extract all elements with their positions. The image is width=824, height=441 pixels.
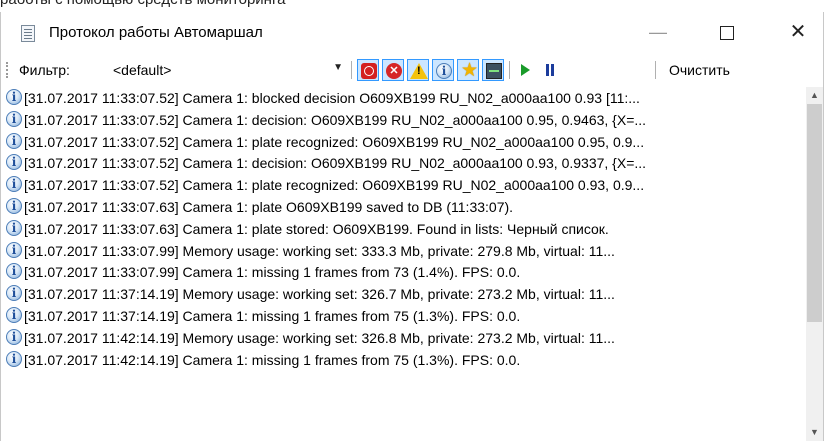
minimize-button[interactable]: — [635, 12, 681, 54]
vertical-scrollbar[interactable]: ▲ ▼ [806, 87, 823, 441]
toolbar-separator [655, 61, 656, 79]
toolbar-separator [351, 61, 352, 79]
maximize-icon [720, 26, 734, 40]
log-entry-text: [31.07.2017 11:33:07.63] Camera 1: plate… [24, 199, 514, 215]
log-entry-text: [31.07.2017 11:33:07.52] Camera 1: decis… [24, 155, 647, 172]
log-entry[interactable]: i [31.07.2017 11:33:07.99] Camera 1: miss… [3, 261, 803, 283]
star-icon: ★ [461, 60, 479, 81]
scroll-thumb[interactable] [807, 104, 822, 322]
log-entry[interactable]: i [31.07.2017 11:33:07.52] Camera 1: plat… [3, 131, 803, 153]
log-entry-text: [31.07.2017 11:42:14.19] Camera 1: missi… [24, 351, 521, 368]
log-entry[interactable]: i [31.07.2017 11:33:07.52] Camera 1: deci… [3, 152, 803, 174]
log-entry-text: [31.07.2017 11:33:07.99] Memory usage: w… [24, 242, 615, 259]
log-entry-text: [31.07.2017 11:37:14.19] Memory usage: w… [24, 286, 615, 303]
log-entry-text: [31.07.2017 11:33:07.52] Camera 1: plate… [24, 133, 645, 150]
monitor-icon [486, 63, 502, 79]
pause-icon [545, 64, 555, 76]
warning-filter-button[interactable] [407, 59, 429, 81]
toolbar-separator [509, 61, 510, 79]
info-icon: i [6, 263, 22, 280]
log-entry-text: [31.07.2017 11:33:07.63] Camera 1: plate… [24, 220, 609, 237]
pause-button[interactable] [539, 59, 561, 81]
filter-value: <default> [113, 62, 172, 78]
info-icon: i [6, 176, 22, 193]
log-list[interactable]: i [31.07.2017 11:33:07.52] Camera 1: bloc… [3, 87, 805, 441]
stop-icon [361, 63, 377, 79]
log-entry-text: [31.07.2017 11:33:07.52] Camera 1: block… [24, 90, 640, 106]
stop-filter-button[interactable] [357, 59, 379, 81]
info-filter-button[interactable]: i [432, 59, 454, 81]
log-entry[interactable]: i [31.07.2017 11:37:14.19] Camera 1: miss… [3, 305, 803, 327]
close-button[interactable]: ✕ [775, 12, 821, 54]
log-entry[interactable]: i [31.07.2017 11:33:07.99] Memory usage: … [3, 240, 803, 262]
info-icon: i [6, 219, 22, 236]
error-filter-button[interactable]: ✕ [382, 59, 404, 81]
info-icon: i [6, 350, 22, 367]
info-icon: i [6, 132, 22, 149]
log-entry[interactable]: i [31.07.2017 11:33:07.52] Camera 1: deci… [3, 109, 803, 131]
info-icon: i [6, 198, 22, 214]
scroll-down-icon[interactable]: ▼ [806, 424, 823, 441]
play-button[interactable] [514, 59, 536, 81]
log-entry[interactable]: i [31.07.2017 11:42:14.19] Camera 1: miss… [3, 349, 803, 371]
title-bar[interactable]: Протокол работы Автомаршал — ✕ [1, 12, 823, 54]
info-icon: i [6, 89, 22, 105]
chevron-down-icon: ▼ [333, 62, 343, 73]
info-icon: i [6, 285, 22, 302]
log-entry-text: [31.07.2017 11:33:07.52] Camera 1: plate… [24, 177, 645, 194]
clear-button[interactable]: Очистить [669, 62, 730, 78]
toolbar: Фильтр: <default> ▼ ✕ i ★ Очистить [1, 54, 823, 86]
log-entry-text: [31.07.2017 11:33:07.99] Camera 1: missi… [24, 264, 521, 281]
play-icon [521, 64, 530, 76]
log-entry-text: [31.07.2017 11:33:07.52] Camera 1: decis… [24, 111, 647, 128]
monitor-filter-button[interactable] [482, 59, 504, 81]
info-icon: i [6, 241, 22, 258]
log-window: Протокол работы Автомаршал — ✕ Фильтр: <… [0, 12, 824, 441]
filter-label: Фильтр: [19, 62, 70, 78]
info-icon: i [6, 307, 22, 323]
toolbar-grip[interactable] [6, 62, 8, 78]
filter-dropdown[interactable]: <default> ▼ [111, 59, 345, 81]
log-entry[interactable]: i [31.07.2017 11:42:14.19] Memory usage: … [3, 327, 803, 349]
log-entry[interactable]: i [31.07.2017 11:33:07.63] Camera 1: plat… [3, 196, 803, 218]
scroll-up-icon[interactable]: ▲ [806, 87, 823, 104]
log-entry-text: [31.07.2017 11:37:14.19] Camera 1: missi… [24, 308, 521, 324]
log-entry[interactable]: i [31.07.2017 11:37:14.19] Memory usage: … [3, 283, 803, 305]
background-document-text: работы с помощью средств мониторинга [0, 0, 824, 12]
document-icon [21, 25, 35, 42]
maximize-button[interactable] [704, 12, 750, 54]
info-icon: i [6, 154, 22, 171]
window-title: Протокол работы Автомаршал [49, 24, 263, 41]
info-icon: i [436, 63, 452, 79]
log-entry[interactable]: i [31.07.2017 11:33:07.52] Camera 1: plat… [3, 174, 803, 196]
log-entry-text: [31.07.2017 11:42:14.19] Memory usage: w… [24, 329, 615, 346]
info-icon: i [6, 110, 22, 127]
error-icon: ✕ [386, 63, 402, 79]
log-entry[interactable]: i [31.07.2017 11:33:07.63] Camera 1: plat… [3, 218, 803, 240]
info-icon: i [6, 328, 22, 345]
log-entry[interactable]: i [31.07.2017 11:33:07.52] Camera 1: bloc… [3, 87, 803, 109]
favorite-filter-button[interactable]: ★ [457, 59, 479, 81]
warning-icon [410, 63, 428, 79]
